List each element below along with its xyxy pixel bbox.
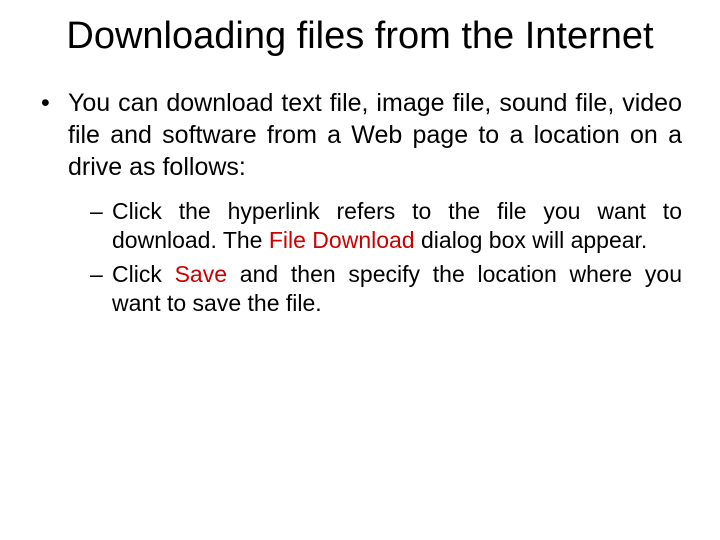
sub-bullet: Click Save and then specify the location… [90,260,682,319]
sub-bullet: Click the hyperlink refers to the file y… [90,197,682,256]
sub-bullet-highlight: File Download [269,227,415,253]
sub-bullet-text-prefix: Click [112,261,175,287]
main-bullet: You can download text file, image file, … [38,87,682,183]
sub-bullet-list: Click the hyperlink refers to the file y… [38,197,682,319]
sub-bullet-highlight: Save [175,261,227,287]
slide-title: Downloading files from the Internet [38,15,682,59]
sub-bullet-text-suffix: dialog box will appear. [415,227,648,253]
